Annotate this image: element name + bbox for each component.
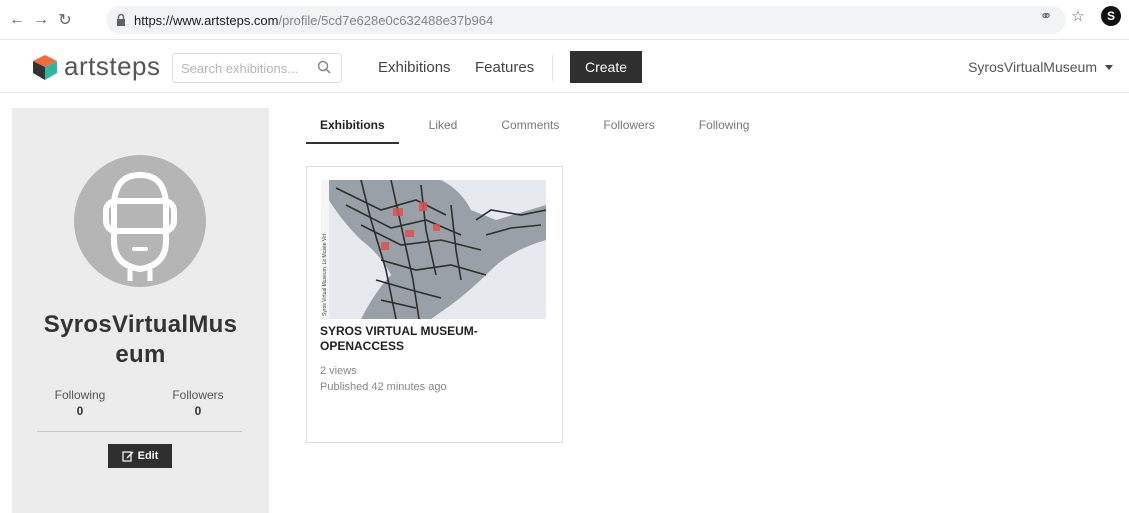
edit-pencil-icon (122, 451, 134, 462)
address-bar[interactable]: https://www.artsteps.com/profile/5cd7e62… (106, 6, 1066, 34)
tab-following[interactable]: Following (685, 116, 764, 144)
caret-down-icon (1105, 64, 1113, 70)
followers-label: Followers (172, 388, 224, 402)
tab-comments[interactable]: Comments (487, 116, 573, 144)
lock-icon (117, 13, 125, 26)
avatar (74, 155, 206, 287)
map-thumbnail-image: Syros Virtual Museum, Le Musée Virt (321, 180, 546, 319)
reload-icon[interactable]: ↻ (54, 9, 76, 31)
edit-button[interactable]: Edit (108, 444, 172, 468)
following-count: 0 (76, 404, 84, 418)
create-button[interactable]: Create (570, 51, 642, 83)
tab-exhibitions[interactable]: Exhibitions (306, 116, 399, 144)
browser-profile-icon[interactable]: S (1101, 6, 1121, 26)
tab-liked[interactable]: Liked (415, 116, 472, 144)
url-path: /profile/5cd7e628e0c632488e37b964 (278, 12, 494, 28)
nav-features[interactable]: Features (475, 59, 534, 76)
search-input[interactable] (181, 60, 311, 76)
tab-followers[interactable]: Followers (589, 116, 668, 144)
browser-toolbar: ← → ↻ https://www.artsteps.com/profile/5… (0, 0, 1129, 40)
following-stat[interactable]: Following 0 (35, 388, 125, 418)
url-host: https://www.artsteps.com (134, 12, 279, 28)
exhibition-title[interactable]: SYROS VIRTUAL MUSEUM-OPENACCESS (320, 324, 550, 354)
exhibition-thumbnail[interactable]: Syros Virtual Museum, Le Musée Virt (321, 180, 546, 319)
forward-arrow-icon[interactable]: → (30, 9, 52, 31)
logo-cube-icon (33, 54, 57, 80)
user-menu-name: SyrosVirtualMuseum (968, 59, 1097, 75)
nav-exhibitions[interactable]: Exhibitions (378, 59, 451, 76)
nav-divider (552, 55, 553, 81)
back-arrow-icon[interactable]: ← (6, 9, 28, 31)
followers-stat[interactable]: Followers 0 (153, 388, 243, 418)
exhibition-published: Published 42 minutes ago (320, 381, 447, 393)
profile-name: SyrosVirtualMuseum (43, 311, 238, 368)
edit-label: Edit (137, 450, 159, 462)
exhibition-views: 2 views (320, 365, 357, 377)
search-box[interactable] (172, 53, 342, 83)
logo-text: artsteps (64, 51, 161, 81)
star-icon[interactable]: ☆ (1069, 7, 1087, 25)
profile-tabs: Exhibitions Liked Comments Followers Fol… (306, 116, 793, 144)
following-label: Following (54, 388, 106, 402)
site-header: artsteps Exhibitions Features Create Syr… (0, 41, 1129, 93)
sidebar-divider (37, 431, 242, 432)
thumb-caption: Syros Virtual Museum, Le Musée Virt (322, 233, 328, 316)
vr-headset-user-icon (103, 171, 177, 281)
exhibition-card[interactable]: Syros Virtual Museum, Le Musée Virt SYRO… (306, 166, 563, 443)
artsteps-logo[interactable]: artsteps (30, 51, 161, 82)
profile-sidebar: SyrosVirtualMuseum Following 0 Followers… (12, 108, 269, 513)
key-icon[interactable]: ⚭ (1037, 7, 1055, 25)
user-menu[interactable]: SyrosVirtualMuseum (968, 59, 1113, 75)
search-icon[interactable] (317, 60, 331, 74)
followers-count: 0 (194, 404, 202, 418)
